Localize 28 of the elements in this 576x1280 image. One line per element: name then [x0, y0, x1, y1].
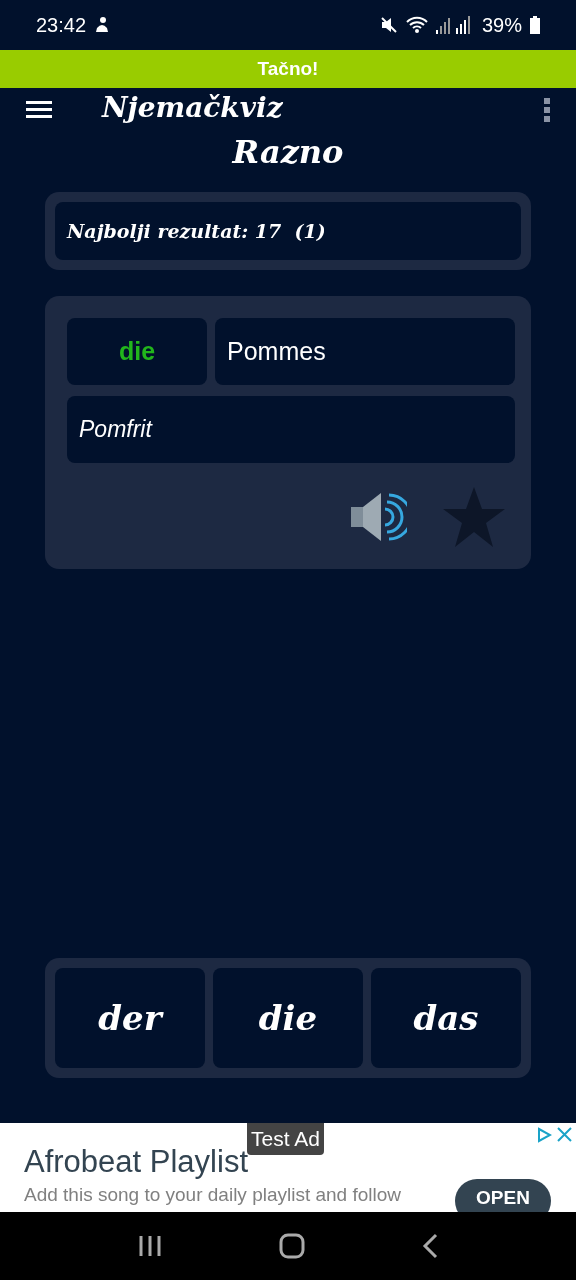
- favorite-star-icon[interactable]: [441, 485, 507, 549]
- ad-choices-icon[interactable]: [536, 1127, 552, 1143]
- translation-text: Pomfrit: [67, 396, 515, 463]
- ad-badge: Test Ad: [247, 1123, 324, 1155]
- home-icon[interactable]: [279, 1233, 305, 1259]
- speaker-icon[interactable]: [351, 491, 407, 543]
- battery-level: 39%: [481, 13, 522, 38]
- menu-icon[interactable]: [26, 101, 52, 119]
- mute-icon: [379, 16, 398, 34]
- category-title: Razno: [230, 132, 345, 173]
- more-icon[interactable]: [544, 98, 550, 122]
- wifi-icon: [405, 16, 428, 34]
- article-text: die: [67, 318, 207, 385]
- best-score: Najbolji rezultat: 17 (1): [55, 202, 521, 260]
- ad-text: Add this song to your daily playlist and follow: [24, 1183, 402, 1207]
- recent-apps-icon[interactable]: [138, 1234, 163, 1258]
- ad-title: Afrobeat Playlist: [24, 1143, 248, 1181]
- battery-icon: [530, 16, 540, 34]
- close-icon[interactable]: [557, 1127, 572, 1142]
- back-icon[interactable]: [421, 1233, 438, 1259]
- open-button[interactable]: OPEN: [455, 1179, 551, 1212]
- noun-text: Pommes: [215, 318, 515, 385]
- article-choice-button[interactable]: die: [213, 968, 363, 1068]
- article-choice-button[interactable]: der: [55, 968, 205, 1068]
- clock: 23:42: [36, 13, 87, 38]
- toast-message: Tačno!: [257, 56, 319, 81]
- article-choice-button[interactable]: das: [371, 968, 521, 1068]
- app-title: Njemačkviz: [102, 90, 283, 126]
